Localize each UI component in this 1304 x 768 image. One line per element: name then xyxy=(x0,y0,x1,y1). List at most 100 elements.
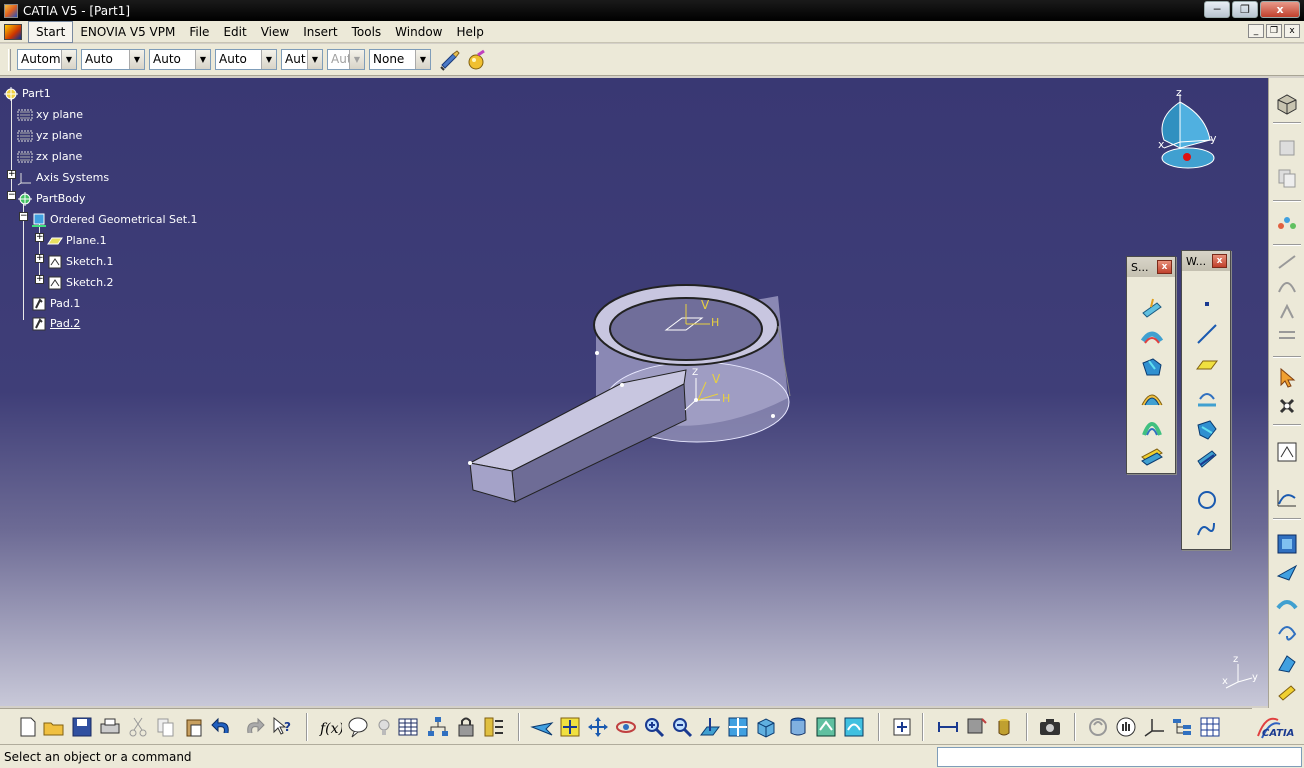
circle-icon[interactable] xyxy=(1194,487,1220,513)
offset-surface-icon[interactable] xyxy=(1139,385,1165,411)
measure-item-icon[interactable] xyxy=(964,715,988,739)
redo-icon[interactable] xyxy=(242,715,266,739)
catia-app-icon[interactable] xyxy=(4,3,18,18)
toolbar-grip[interactable] xyxy=(8,48,11,71)
plane-tool-icon[interactable] xyxy=(1194,351,1220,377)
whats-this-icon[interactable]: ? xyxy=(270,715,294,739)
zoom-out-icon[interactable] xyxy=(670,715,694,739)
copy-icon[interactable] xyxy=(1275,166,1299,190)
sketcher-icon[interactable] xyxy=(1275,440,1299,464)
catia-menu-icon[interactable] xyxy=(4,23,22,40)
cut-icon[interactable] xyxy=(1275,136,1299,160)
rotate-tool-icon[interactable] xyxy=(1275,300,1299,324)
undo-icon[interactable] xyxy=(210,715,234,739)
compass-icon[interactable] xyxy=(1152,88,1222,174)
close-icon[interactable]: x xyxy=(1212,254,1227,268)
doc-minimize-button[interactable]: _ xyxy=(1248,24,1264,38)
menu-view[interactable]: View xyxy=(254,22,296,42)
limit-icon[interactable] xyxy=(1275,324,1299,348)
sweep-surface-icon[interactable] xyxy=(1139,415,1165,441)
axis-icon[interactable] xyxy=(1142,715,1166,739)
measure-between-icon[interactable] xyxy=(936,715,960,739)
fill-surface-icon[interactable] xyxy=(1139,443,1165,469)
blend-icon[interactable] xyxy=(1275,592,1299,616)
measure-inertia-icon[interactable] xyxy=(992,715,1016,739)
wireframe-curve-icon[interactable] xyxy=(1275,486,1299,510)
curve-tool-icon[interactable] xyxy=(1275,274,1299,298)
shading-icon[interactable] xyxy=(786,715,810,739)
rotate-icon[interactable] xyxy=(1275,622,1299,646)
extrude-surface-icon[interactable] xyxy=(1139,295,1165,321)
normal-view-icon[interactable] xyxy=(698,715,722,739)
transparency-combo[interactable]: Auto ▼ xyxy=(81,49,145,70)
point-icon[interactable] xyxy=(1194,291,1220,317)
menu-window[interactable]: Window xyxy=(388,22,449,42)
wireframe-toolbar-header[interactable]: W... x xyxy=(1182,251,1230,271)
line-icon[interactable] xyxy=(1194,321,1220,347)
print-icon[interactable] xyxy=(98,715,122,739)
intersection-icon[interactable] xyxy=(1194,417,1220,443)
sphere-surface-icon[interactable] xyxy=(1139,355,1165,381)
revolve-surface-icon[interactable] xyxy=(1139,325,1165,351)
hand-icon[interactable] xyxy=(1114,715,1138,739)
close-icon[interactable]: x xyxy=(1157,260,1172,274)
part-geometry[interactable] xyxy=(0,78,1268,706)
surfaces-toolbar-header[interactable]: S... x xyxy=(1127,257,1175,277)
iso-view-icon[interactable] xyxy=(754,715,778,739)
menu-tools[interactable]: Tools xyxy=(345,22,389,42)
scissors-icon[interactable] xyxy=(126,715,150,739)
part-design-workbench-icon[interactable] xyxy=(1275,92,1299,116)
doc-restore-button[interactable]: ❐ xyxy=(1266,24,1282,38)
measure-icon[interactable] xyxy=(1275,250,1299,274)
format-painter-icon[interactable] xyxy=(438,48,462,72)
lamp-icon[interactable] xyxy=(372,715,396,739)
pan-icon[interactable] xyxy=(586,715,610,739)
formula-icon[interactable]: f(x) xyxy=(318,715,344,739)
menu-insert[interactable]: Insert xyxy=(296,22,344,42)
join-icon[interactable] xyxy=(1275,680,1299,704)
color-combo[interactable]: Automa▼ xyxy=(17,49,77,70)
minimize-button[interactable]: ─ xyxy=(1204,1,1230,18)
command-input[interactable] xyxy=(937,747,1302,767)
multi-view-icon[interactable] xyxy=(726,715,750,739)
open-folder-icon[interactable] xyxy=(42,715,66,739)
point-symbol-combo[interactable]: Aut ▼ xyxy=(281,49,323,70)
spline-icon[interactable] xyxy=(1194,515,1220,541)
menu-file[interactable]: File xyxy=(182,22,216,42)
maximize-button[interactable]: ❐ xyxy=(1232,1,1258,18)
knowledge-advisor-icon[interactable] xyxy=(346,715,370,739)
catalog-icon[interactable] xyxy=(482,715,506,739)
projection-icon[interactable] xyxy=(1194,387,1220,413)
save-icon[interactable] xyxy=(70,715,94,739)
doc-close-button[interactable]: x xyxy=(1284,24,1300,38)
work-grid-icon[interactable] xyxy=(1198,715,1222,739)
snap-icon[interactable] xyxy=(1275,394,1299,418)
tree-expand-icon[interactable] xyxy=(1170,715,1194,739)
3d-viewport[interactable]: Part1 xy plane yz plane zx plane + Axis … xyxy=(0,78,1268,706)
surfaces-toolbar[interactable]: S... x xyxy=(1126,256,1176,474)
extract-icon[interactable] xyxy=(1275,652,1299,676)
update-icon[interactable] xyxy=(890,715,914,739)
menu-enovia[interactable]: ENOVIA V5 VPM xyxy=(73,22,182,42)
graphic-properties-icon[interactable] xyxy=(465,48,489,72)
copy-doc-icon[interactable] xyxy=(154,715,178,739)
grid-icon[interactable] xyxy=(1275,532,1299,556)
close-button[interactable]: x xyxy=(1260,1,1300,18)
menu-help[interactable]: Help xyxy=(450,22,491,42)
send-to-icon[interactable] xyxy=(1275,560,1299,584)
hide-show-icon[interactable] xyxy=(814,715,838,739)
layer-combo[interactable]: None ▼ xyxy=(369,49,431,70)
fly-mode-icon[interactable] xyxy=(530,715,554,739)
menu-edit[interactable]: Edit xyxy=(216,22,253,42)
line-thickness-combo[interactable]: Auto ▼ xyxy=(149,49,211,70)
camera-icon[interactable] xyxy=(1038,715,1062,739)
wireframe-toolbar[interactable]: W... x xyxy=(1181,250,1231,550)
fit-all-icon[interactable] xyxy=(558,715,582,739)
paste-icon[interactable] xyxy=(182,715,206,739)
select-arrow-icon[interactable] xyxy=(1275,366,1299,390)
new-file-icon[interactable] xyxy=(16,715,40,739)
constraints-icon[interactable] xyxy=(1275,212,1299,236)
menu-start[interactable]: Start xyxy=(28,20,74,43)
rotate-view-icon[interactable] xyxy=(614,715,638,739)
zoom-in-icon[interactable] xyxy=(642,715,666,739)
